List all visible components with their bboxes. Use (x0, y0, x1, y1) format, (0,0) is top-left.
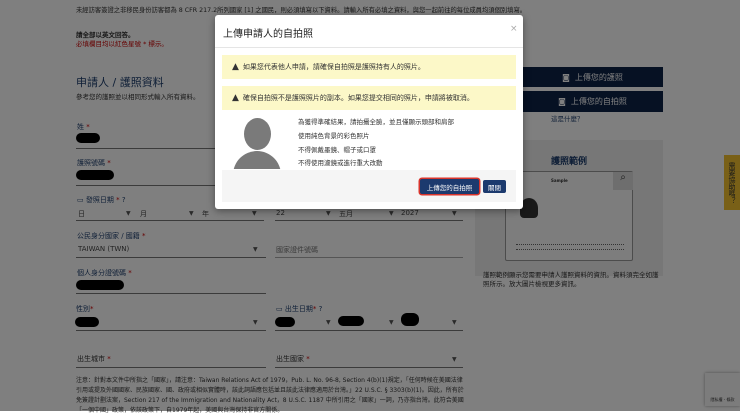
close-modal-button[interactable]: 關閉 (483, 180, 506, 193)
alert-other-applicant: ▲ 如果您代表他人申請，請確保自拍照是護照持有人的照片。 (222, 55, 516, 79)
modal-title: 上傳申請人的自拍照 (223, 29, 313, 40)
guideline-item: 為獲得準確結果，請拍攝全臉，並且僅顯示頭部和肩部 (298, 118, 454, 126)
warning-icon: ▲ (232, 93, 239, 103)
alert-not-copy: ▲ 確保自拍照不是護照照片的副本。如果您提交相同的照片，申請將被取消。 (222, 86, 516, 110)
guideline-item: 不得佩戴墨鏡、帽子或口罩 (298, 145, 376, 154)
upload-selfie-modal-button[interactable]: 上傳您的自拍照 (420, 179, 479, 194)
close-icon[interactable]: × (510, 24, 518, 34)
selfie-guidelines: 為獲得準確結果，請拍攝全臉，並且僅顯示頭部和肩部 使用純色背景的彩色照片 不得佩… (298, 116, 454, 171)
guideline-item: 使用純色背景的彩色照片 (298, 131, 370, 140)
warning-icon: ▲ (232, 62, 239, 72)
avatar-placeholder-icon (232, 117, 282, 169)
selfie-upload-modal: 上傳申請人的自拍照 × ▲ 如果您代表他人申請，請確保自拍照是護照持有人的照片。 … (215, 15, 523, 209)
